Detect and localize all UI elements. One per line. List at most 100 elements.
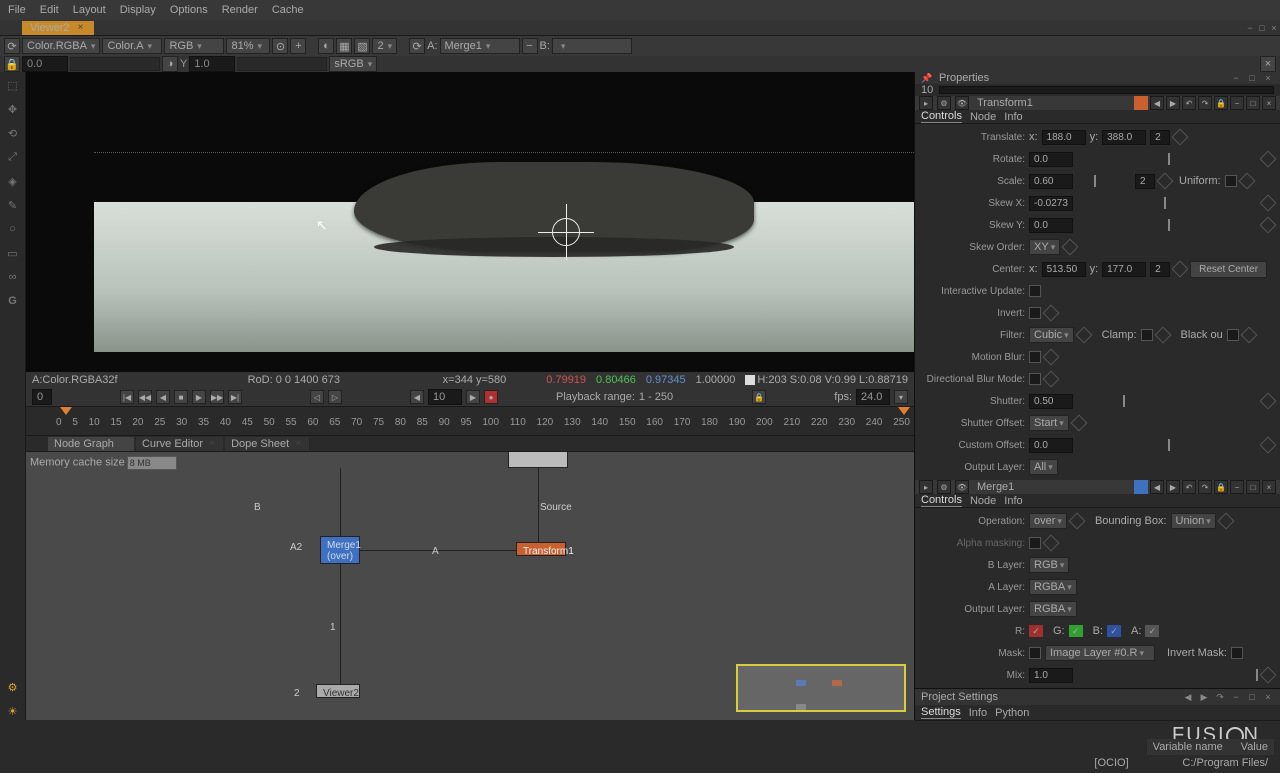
custom-offset-slider[interactable] xyxy=(1079,439,1256,451)
view-icon[interactable]: 👁 xyxy=(955,96,969,110)
alpha-checkbox[interactable] xyxy=(1029,537,1041,549)
fit-icon[interactable]: ⊙ xyxy=(272,38,288,54)
minimize-icon[interactable]: − xyxy=(1244,22,1256,34)
redo-icon[interactable]: ↷ xyxy=(1198,480,1212,494)
translate-z-input[interactable] xyxy=(1150,130,1170,145)
prev-inc-icon[interactable]: ◀ xyxy=(410,390,424,404)
custom-offset-input[interactable] xyxy=(1029,438,1073,453)
keyframe-icon[interactable] xyxy=(1260,151,1277,168)
play-back-icon[interactable]: ◀ xyxy=(156,390,170,404)
keyframe-icon[interactable] xyxy=(1068,513,1085,530)
node-transform[interactable]: Transform1 xyxy=(516,542,566,556)
blackout-checkbox[interactable] xyxy=(1227,329,1239,341)
expand-icon[interactable]: ▸ xyxy=(919,96,933,110)
skewy-input[interactable] xyxy=(1029,218,1073,233)
expand-icon[interactable]: ▸ xyxy=(919,480,933,494)
gamma-input[interactable] xyxy=(189,56,235,72)
tab-dope-sheet[interactable]: Dope Sheet× xyxy=(225,437,309,451)
menu-render[interactable]: Render xyxy=(222,4,258,16)
sync-icon[interactable]: ⟳ xyxy=(4,38,20,54)
close-icon[interactable]: × xyxy=(1262,480,1276,494)
next-icon[interactable]: ▶ xyxy=(1198,691,1210,703)
minimize-icon[interactable]: − xyxy=(1230,691,1242,703)
gear-icon[interactable]: ⚙ xyxy=(4,678,22,696)
minimize-icon[interactable]: − xyxy=(1230,96,1244,110)
gear-icon[interactable]: ⚙ xyxy=(937,480,951,494)
scale-tool-icon[interactable]: ⤢ xyxy=(4,148,22,166)
translate-x-input[interactable] xyxy=(1042,130,1086,145)
pin-icon[interactable]: 📌 xyxy=(921,72,933,84)
gamma-slider[interactable] xyxy=(237,57,327,71)
frame-input[interactable] xyxy=(428,389,462,405)
link-tool-icon[interactable]: ∞ xyxy=(4,268,22,286)
node-color-swatch[interactable] xyxy=(1134,96,1148,110)
viewer-canvas[interactable]: ↖ xyxy=(26,72,914,372)
transform-handle[interactable] xyxy=(544,210,588,254)
close-icon[interactable]: × xyxy=(1262,96,1276,110)
scale-slider[interactable] xyxy=(1079,175,1129,187)
gain-slider[interactable] xyxy=(70,57,160,71)
keyframe-icon[interactable] xyxy=(1043,371,1060,388)
undo-icon[interactable]: ↶ xyxy=(1182,96,1196,110)
shutter-slider[interactable] xyxy=(1079,395,1256,407)
tab-info[interactable]: Info xyxy=(1004,495,1022,507)
menu-display[interactable]: Display xyxy=(120,4,156,16)
bbox-select[interactable]: Union xyxy=(1171,513,1216,529)
move-tool-icon[interactable]: ✥ xyxy=(4,100,22,118)
minimap[interactable] xyxy=(736,664,906,712)
viewer-tab[interactable]: Viewer2 × xyxy=(22,21,94,35)
gain-input[interactable] xyxy=(22,56,68,72)
channel-b-select[interactable]: Color.A xyxy=(102,38,162,54)
prev-key-icon[interactable]: ◀◀ xyxy=(138,390,152,404)
invert-checkbox[interactable] xyxy=(1029,307,1041,319)
g-toggle[interactable]: ✓ xyxy=(1069,625,1083,637)
refresh-icon[interactable]: ⟳ xyxy=(409,38,425,54)
tab-node[interactable]: Node xyxy=(970,111,996,123)
close-icon[interactable]: × xyxy=(1262,72,1274,84)
rotate-input[interactable] xyxy=(1029,152,1073,167)
keyframe-icon[interactable] xyxy=(1043,305,1060,322)
output-layer-select[interactable]: All xyxy=(1029,459,1058,475)
filter-select[interactable]: Cubic xyxy=(1029,327,1074,343)
prev-icon[interactable]: ◀ xyxy=(1182,691,1194,703)
node-graph[interactable]: Memory cache size8 MB Source A2 Merge1 (… xyxy=(26,452,914,720)
keyframe-icon[interactable] xyxy=(1240,327,1257,344)
lock-icon[interactable]: 🔒 xyxy=(1214,96,1228,110)
keyframe-icon[interactable] xyxy=(1260,217,1277,234)
clamp-checkbox[interactable] xyxy=(1141,329,1153,341)
tab-settings[interactable]: Settings xyxy=(921,706,961,719)
tab-curve-editor[interactable]: Curve Editor× xyxy=(136,437,223,451)
translate-y-input[interactable] xyxy=(1102,130,1146,145)
last-frame-icon[interactable]: ▶| xyxy=(228,390,242,404)
shutter-input[interactable] xyxy=(1029,394,1073,409)
next-inc-icon[interactable]: ▶ xyxy=(466,390,480,404)
mask-select[interactable]: Image Layer #0.R xyxy=(1045,645,1155,661)
transform-tool-icon[interactable]: ◈ xyxy=(4,172,22,190)
keyframe-icon[interactable] xyxy=(1260,667,1277,684)
node-merge[interactable]: Merge1 (over) xyxy=(320,536,360,564)
stop-icon[interactable]: ■ xyxy=(174,390,188,404)
reset-center-button[interactable]: Reset Center xyxy=(1190,261,1267,278)
play-icon[interactable]: ▶ xyxy=(192,390,206,404)
out-point-marker[interactable] xyxy=(898,407,910,415)
maximize-icon[interactable]: □ xyxy=(1256,22,1268,34)
menu-edit[interactable]: Edit xyxy=(40,4,59,16)
keyframe-icon[interactable] xyxy=(1154,327,1171,344)
shutter-offset-select[interactable]: Start xyxy=(1029,415,1069,431)
select-tool-icon[interactable]: ⬚ xyxy=(4,76,22,94)
uniform-checkbox[interactable] xyxy=(1225,175,1237,187)
menu-options[interactable]: Options xyxy=(170,4,208,16)
keyframe-icon[interactable] xyxy=(1172,129,1189,146)
gear-icon[interactable]: ⚙ xyxy=(937,96,951,110)
layout-select[interactable]: 2 xyxy=(372,38,397,54)
keyframe-icon[interactable] xyxy=(1238,173,1255,190)
close-icon[interactable]: × xyxy=(293,439,303,449)
channel-a-select[interactable]: Color.RGBA xyxy=(22,38,100,54)
skewy-slider[interactable] xyxy=(1079,219,1256,231)
keyframe-icon[interactable] xyxy=(1043,535,1060,552)
scale-z-input[interactable] xyxy=(1135,174,1155,189)
motion-blur-checkbox[interactable] xyxy=(1029,351,1041,363)
table-row[interactable]: [OCIO] C:/Program Files/ xyxy=(1088,755,1274,771)
rgb-select[interactable]: RGB xyxy=(164,38,224,54)
r-toggle[interactable]: ✓ xyxy=(1029,625,1043,637)
